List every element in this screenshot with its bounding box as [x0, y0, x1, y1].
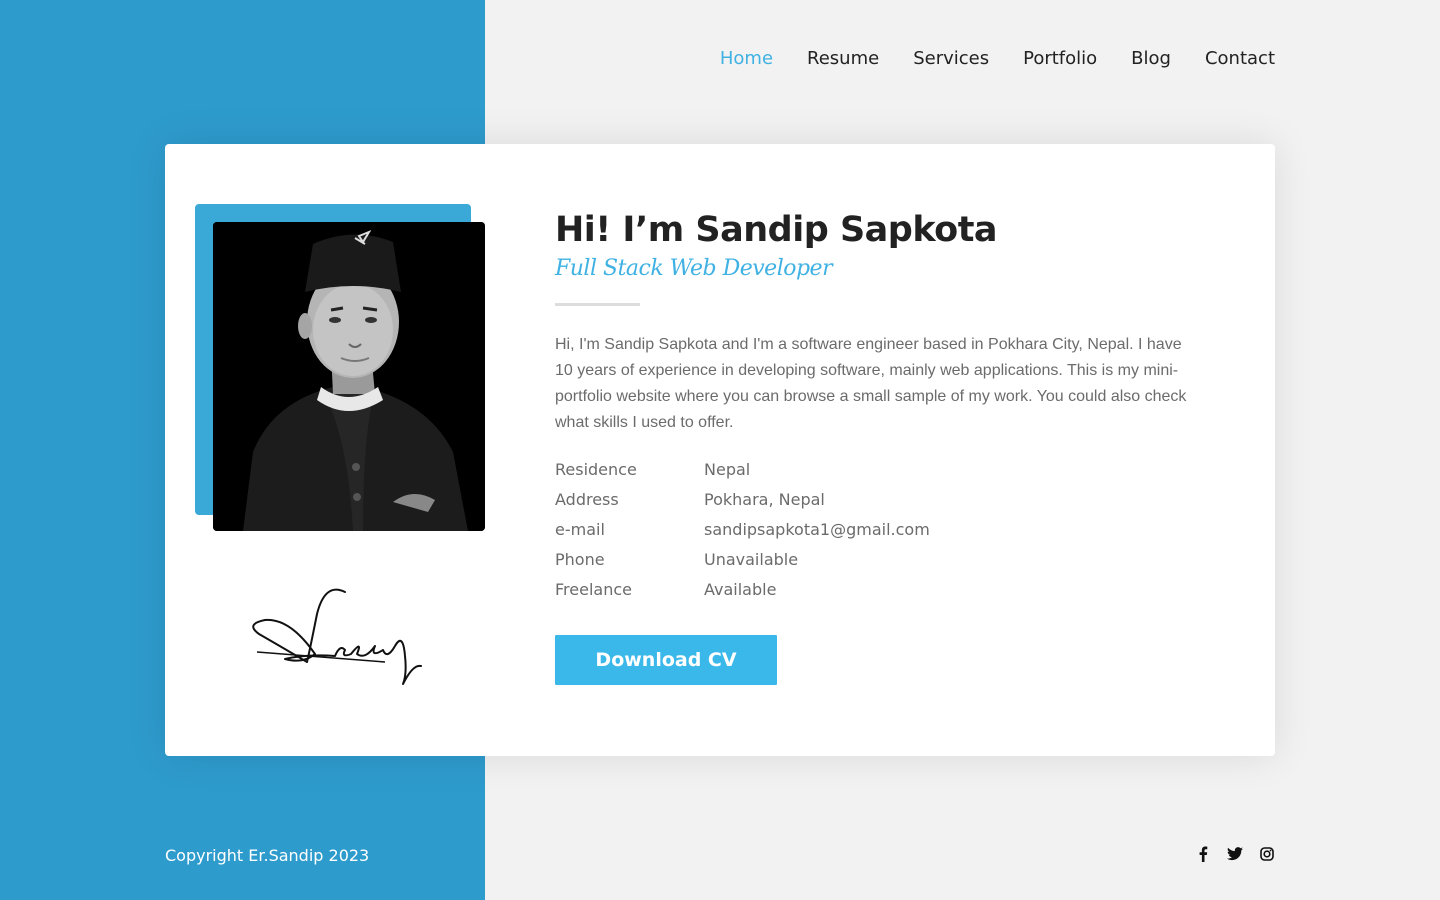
detail-value: Pokhara, Nepal	[704, 489, 825, 509]
profile-bio: Hi, I'm Sandip Sapkota and I'm a softwar…	[555, 336, 1187, 431]
signature	[245, 584, 430, 692]
nav-contact[interactable]: Contact	[1205, 46, 1275, 72]
detail-row-residence: Residence Nepal	[555, 454, 1195, 484]
detail-row-address: Address Pokhara, Nepal	[555, 484, 1195, 514]
detail-value: Available	[704, 579, 777, 599]
profile-role: Full Stack Web Developer	[555, 256, 833, 281]
detail-value: Unavailable	[704, 549, 799, 569]
detail-label: Residence	[555, 459, 637, 479]
detail-value: Nepal	[704, 459, 751, 479]
nav-home[interactable]: Home	[720, 46, 773, 72]
profile-name: Hi! I’m Sandip Sapkota	[555, 210, 998, 250]
detail-label: e-mail	[555, 519, 605, 539]
detail-label: Address	[555, 489, 619, 509]
nav-resume[interactable]: Resume	[807, 46, 879, 72]
details-list: Residence Nepal Address Pokhara, Nepal e…	[555, 454, 1195, 604]
detail-row-email: e-mail sandipsapkota1@gmail.com	[555, 514, 1195, 544]
main-nav: Home Resume Services Portfolio Blog Cont…	[720, 46, 1275, 72]
nav-services[interactable]: Services	[913, 46, 989, 72]
detail-value: sandipsapkota1@gmail.com	[704, 519, 930, 539]
detail-label: Phone	[555, 549, 605, 569]
instagram-icon[interactable]	[1259, 846, 1275, 862]
divider	[555, 303, 640, 306]
nav-portfolio[interactable]: Portfolio	[1023, 46, 1097, 72]
detail-row-phone: Phone Unavailable	[555, 544, 1195, 574]
facebook-icon[interactable]	[1195, 846, 1211, 862]
profile-card: Hi! I’m Sandip Sapkota Full Stack Web De…	[165, 144, 1275, 756]
detail-row-freelance: Freelance Available	[555, 574, 1195, 604]
profile-info: Hi! I’m Sandip Sapkota Full Stack Web De…	[555, 208, 1195, 685]
footer-copyright: Copyright Er.Sandip 2023	[165, 846, 370, 865]
download-cv-button[interactable]: Download CV	[555, 635, 777, 685]
twitter-icon[interactable]	[1227, 846, 1243, 862]
nav-blog[interactable]: Blog	[1131, 46, 1171, 72]
profile-photo	[213, 222, 485, 531]
social-links	[1195, 846, 1275, 862]
detail-label: Freelance	[555, 579, 632, 599]
